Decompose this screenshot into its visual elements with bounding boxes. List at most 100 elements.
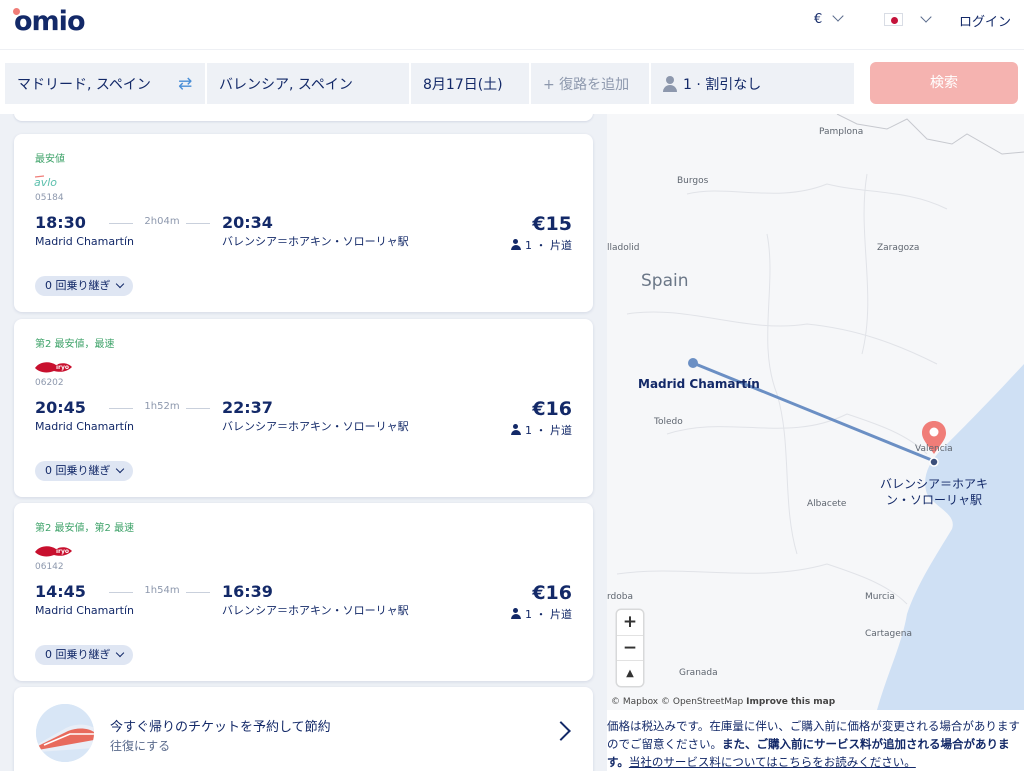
destination-field[interactable]: バレンシア, スペイン xyxy=(207,63,409,104)
origin-field[interactable]: マドリード, スペイン xyxy=(5,63,205,104)
search-bar: マドリード, スペイン ⇄ バレンシア, スペイン 8月17日(土) + 復路を… xyxy=(0,51,1024,114)
service-fee-link[interactable]: 当社のサービス料についてはこちらをお読みください。 xyxy=(629,755,916,769)
destination-value: バレンシア, スペイン xyxy=(219,77,353,93)
zoom-in-button[interactable]: + xyxy=(617,610,643,635)
japan-flag-icon[interactable] xyxy=(884,13,903,26)
duration-line xyxy=(186,592,210,593)
date-field[interactable]: 8月17日(土) xyxy=(411,63,529,104)
map-city-label: Valencia xyxy=(915,444,953,454)
mapbox-attribution[interactable]: © Mapbox xyxy=(611,697,658,707)
compass-button[interactable]: ▲ xyxy=(617,660,643,685)
duration-line xyxy=(186,223,210,224)
return-promo-title: 今すぐ帰りのチケットを予約して節約 xyxy=(110,720,331,735)
transfers-label: 0 回乗り継ぎ xyxy=(45,279,111,292)
avlo-logo-text: avlo xyxy=(34,176,57,189)
map-canvas xyxy=(616,114,1024,710)
origin-value: マドリード, スペイン xyxy=(17,77,151,93)
train-number: 06142 xyxy=(35,562,64,572)
train-number: 06202 xyxy=(35,378,64,388)
iryo-logo-text: iryo xyxy=(56,548,69,555)
passengers-value: 1 · 割引なし xyxy=(683,77,762,93)
price: €16 xyxy=(532,582,572,604)
price: €15 xyxy=(532,213,572,235)
departure-time: 14:45 xyxy=(35,582,86,601)
transfers-toggle[interactable]: 0 回乗り継ぎ xyxy=(35,645,133,665)
login-link[interactable]: ログイン xyxy=(959,11,1011,30)
passenger-info-text: 1 ・ 片道 xyxy=(525,608,572,621)
duration: 1h54m xyxy=(144,585,180,596)
map-city-label: rdoba xyxy=(607,592,633,602)
arrival-station: バレンシア＝ホアキン・ソローリャ駅 xyxy=(222,235,409,248)
improve-map-link[interactable]: Improve this map xyxy=(746,697,835,707)
person-icon xyxy=(510,239,521,250)
avlo-logo-icon: avlo xyxy=(34,174,64,193)
passengers-field[interactable]: 1 · 割引なし xyxy=(651,63,854,104)
duration-line xyxy=(186,408,210,409)
map-country-label: Spain xyxy=(641,271,689,291)
return-placeholder: + 復路を追加 xyxy=(543,77,630,93)
map-city-label: Zaragoza xyxy=(877,243,920,253)
destination-station-label: バレンシア＝ホアキン・ソローリャ駅 xyxy=(879,477,988,507)
search-button[interactable]: 検索 xyxy=(870,62,1018,104)
map-city-label: Pamplona xyxy=(819,127,864,137)
chevron-down-icon xyxy=(115,464,124,474)
duration: 2h04m xyxy=(144,216,180,227)
person-icon xyxy=(510,608,521,619)
arrival-time: 20:34 xyxy=(222,213,273,232)
return-date-field[interactable]: + 復路を追加 xyxy=(531,63,649,104)
return-promo-subtitle: 往復にする xyxy=(110,739,171,753)
price: €16 xyxy=(532,398,572,420)
result-tag: 最安値 xyxy=(35,154,65,165)
person-icon xyxy=(663,76,677,92)
origin-station-label: Madrid Chamartín xyxy=(638,377,760,391)
chevron-down-icon xyxy=(115,648,124,658)
passenger-info: 1 ・ 片道 xyxy=(510,237,572,253)
result-card[interactable]: 最安値 avlo 05184 18:30 2h04m 20:34 Madrid … xyxy=(14,134,593,312)
transfers-toggle[interactable]: 0 回乗り継ぎ xyxy=(35,461,133,481)
result-tag: 第2 最安値，第2 最速 xyxy=(35,523,135,534)
arrival-station: バレンシア＝ホアキン・ソローリャ駅 xyxy=(222,604,409,617)
duration-line xyxy=(109,592,133,593)
osm-attribution[interactable]: © OpenStreetMap xyxy=(661,697,743,707)
chevron-down-icon[interactable] xyxy=(920,11,932,23)
currency-selector[interactable]: € xyxy=(814,10,844,27)
date-value: 8月17日(土) xyxy=(423,77,503,93)
departure-station: Madrid Chamartín xyxy=(35,604,134,617)
duration-line xyxy=(109,408,133,409)
route-map[interactable]: Pamplona Burgos lladolid Zaragoza Spain … xyxy=(607,114,1024,710)
passenger-info: 1 ・ 片道 xyxy=(510,606,572,622)
transfers-label: 0 回乗り継ぎ xyxy=(45,648,111,661)
return-trip-promo[interactable]: 今すぐ帰りのチケットを予約して節約 往復にする xyxy=(14,687,593,771)
duration: 1h52m xyxy=(144,401,180,412)
iryo-logo-text: iryo xyxy=(56,364,69,371)
result-tag: 第2 最安値，最速 xyxy=(35,339,115,350)
train-image xyxy=(36,704,94,762)
departure-station: Madrid Chamartín xyxy=(35,235,134,248)
arrival-time: 22:37 xyxy=(222,398,273,417)
passenger-info: 1 ・ 片道 xyxy=(510,422,572,438)
chevron-down-icon xyxy=(832,10,844,22)
departure-time: 18:30 xyxy=(35,213,86,232)
map-city-label: lladolid xyxy=(607,243,640,253)
map-attribution: © Mapbox © OpenStreetMap Improve this ma… xyxy=(611,697,835,707)
swap-icon[interactable]: ⇄ xyxy=(178,74,192,94)
omio-logo[interactable]: omio xyxy=(14,6,85,37)
zoom-controls: + − ▲ xyxy=(617,610,643,686)
chevron-down-icon xyxy=(115,279,124,289)
price-disclaimer: 価格は税込みです。在庫量に伴い、ご購入前に価格が変更される場合がありますのでご留… xyxy=(607,717,1024,771)
zoom-out-button[interactable]: − xyxy=(617,635,643,660)
result-card[interactable]: 第2 最安値，最速 iryo 06202 20:45 1h52m 22:37 M… xyxy=(14,319,593,497)
person-icon xyxy=(510,424,521,435)
departure-station: Madrid Chamartín xyxy=(35,420,134,433)
map-city-label: Granada xyxy=(679,668,718,678)
map-city-label: Toledo xyxy=(654,417,683,427)
currency-label: € xyxy=(814,12,823,27)
arrival-station: バレンシア＝ホアキン・ソローリャ駅 xyxy=(222,420,409,433)
transfers-toggle[interactable]: 0 回乗り継ぎ xyxy=(35,276,133,296)
duration-line xyxy=(109,223,133,224)
iryo-logo-icon: iryo xyxy=(34,359,74,379)
previous-card-edge xyxy=(14,114,593,121)
result-card[interactable]: 第2 最安値，第2 最速 iryo 06142 14:45 1h54m 16:3… xyxy=(14,503,593,681)
iryo-logo-icon: iryo xyxy=(34,543,74,563)
map-city-label: Albacete xyxy=(807,499,847,509)
